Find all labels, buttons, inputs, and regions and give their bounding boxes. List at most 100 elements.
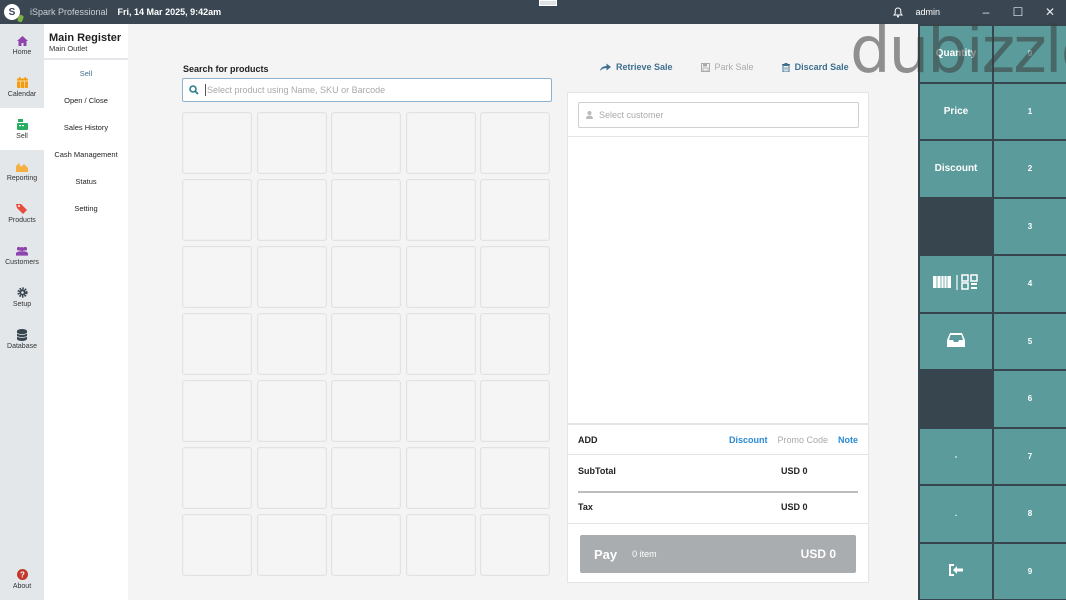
product-tile[interactable] [405,514,476,576]
key-2[interactable]: 2 [994,141,1066,197]
product-tile[interactable] [480,514,550,576]
customer-select[interactable] [578,102,859,128]
decimal-key[interactable]: . [920,486,992,542]
key-5[interactable]: 5 [994,313,1066,369]
submenu-item-open-close[interactable]: Open / Close [44,87,128,114]
user-menu[interactable]: admin [915,7,940,17]
product-tile[interactable] [182,112,252,174]
svg-text:?: ? [20,571,25,580]
product-tile[interactable] [405,179,476,241]
product-tile[interactable] [256,447,327,509]
pay-label: Pay [594,546,618,562]
product-tile[interactable] [331,447,401,509]
title-bar: S iSpark Professional Fri, 14 Mar 2025, … [0,0,1066,24]
key-0[interactable]: 0 [994,26,1066,82]
nav-item-reporting[interactable]: Reporting [0,150,44,192]
discount-key[interactable]: Discount [920,141,992,197]
add-label: ADD [578,434,598,445]
drag-handle[interactable] [539,0,557,6]
product-tile[interactable] [480,380,550,442]
cash-drawer-key[interactable] [920,313,992,369]
product-tile[interactable] [331,313,401,375]
product-tile[interactable] [331,380,401,442]
price-key[interactable]: Price [920,83,992,139]
nav-item-about[interactable]: ? About [0,558,44,600]
subtotal-label: SubTotal [578,466,616,476]
product-tile[interactable] [480,246,550,308]
gear-icon [16,287,28,299]
park-sale-button[interactable]: Park Sale [700,62,754,72]
product-tile[interactable] [405,380,476,442]
nav-item-calendar[interactable]: Calendar [0,66,44,108]
key-3[interactable]: 3 [994,198,1066,254]
key-9[interactable]: 9 [994,543,1066,599]
blank-key [920,198,992,254]
product-tile[interactable] [182,447,252,509]
enter-key[interactable] [920,543,992,599]
product-tile[interactable] [256,514,327,576]
product-tile[interactable] [182,246,252,308]
product-tile[interactable] [256,179,327,241]
search-label: Search for products [183,64,269,74]
product-tile[interactable] [331,514,401,576]
subtotal-value: USD 0 [781,466,808,476]
add-discount-link[interactable]: Discount [729,435,768,445]
note-link[interactable]: Note [838,435,858,445]
nav-label: About [12,582,32,590]
product-tile[interactable] [256,246,327,308]
minimize-button[interactable]: – [970,0,1002,24]
key-6[interactable]: 6 [994,371,1066,427]
discard-sale-button[interactable]: Discard Sale [781,62,849,72]
submenu-item-sell[interactable]: Sell [44,60,128,87]
product-tile[interactable] [256,112,327,174]
nav-label: Customers [5,258,39,266]
barcode-scan-key[interactable] [920,256,992,312]
product-tile[interactable] [480,447,550,509]
nav-item-customers[interactable]: Customers [0,234,44,276]
nav-item-setup[interactable]: Setup [0,276,44,318]
product-tile[interactable] [405,313,476,375]
retrieve-sale-button[interactable]: Retrieve Sale [600,62,673,72]
promo-code-link[interactable]: Promo Code [777,435,828,445]
product-tile[interactable] [331,246,401,308]
product-tile[interactable] [182,179,252,241]
product-tile[interactable] [480,313,550,375]
submenu-item-cash-management[interactable]: Cash Management [44,141,128,168]
submenu-item-status[interactable]: Status [44,168,128,195]
product-tile[interactable] [405,112,476,174]
nav-item-home[interactable]: Home [0,24,44,66]
nav-item-products[interactable]: Products [0,192,44,234]
nav-item-sell[interactable]: Sell [0,108,44,150]
key-8[interactable]: 8 [994,486,1066,542]
maximize-button[interactable]: ☐ [1002,0,1034,24]
nav-item-database[interactable]: Database [0,318,44,360]
product-tile[interactable] [480,112,550,174]
product-tile[interactable] [405,246,476,308]
submenu-item-setting[interactable]: Setting [44,195,128,222]
product-tile[interactable] [182,514,252,576]
product-tile[interactable] [331,179,401,241]
product-tile[interactable] [256,380,327,442]
key-4[interactable]: 4 [994,256,1066,312]
key-7[interactable]: 7 [994,428,1066,484]
customer-input[interactable] [599,110,858,120]
close-button[interactable]: ✕ [1034,0,1066,24]
product-grid [182,112,550,576]
product-tile[interactable] [405,447,476,509]
quantity-key[interactable]: Quantity [920,26,992,82]
product-search-input[interactable] [205,84,551,96]
bell-icon[interactable] [891,5,905,19]
subtotal-row: SubTotal USD 0 [578,466,858,476]
minus-key[interactable]: - [920,428,992,484]
tax-label: Tax [578,502,593,512]
submenu-item-sales-history[interactable]: Sales History [44,114,128,141]
product-tile[interactable] [182,313,252,375]
product-search[interactable] [182,78,552,102]
key-1[interactable]: 1 [994,83,1066,139]
pay-button[interactable]: Pay 0 item USD 0 [580,535,856,573]
sale-actions: Retrieve Sale Park Sale Discard Sale [600,60,877,74]
product-tile[interactable] [256,313,327,375]
product-tile[interactable] [331,112,401,174]
product-tile[interactable] [182,380,252,442]
product-tile[interactable] [480,179,550,241]
